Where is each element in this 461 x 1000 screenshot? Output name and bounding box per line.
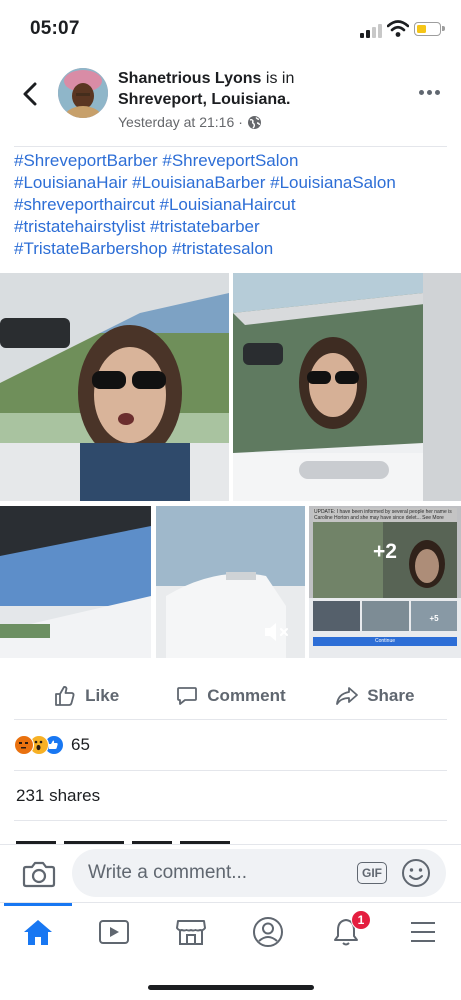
comment-icon	[177, 686, 198, 705]
reactions-summary[interactable]: 65	[14, 732, 90, 758]
tab-notifications[interactable]: 1	[328, 910, 371, 949]
hashtag-line[interactable]: #shreveporthaircut #LouisianaHaircut	[14, 194, 454, 216]
post-photo-2[interactable]	[233, 273, 461, 501]
place-link[interactable]: Shreveport, Louisiana.	[118, 91, 290, 108]
post-actions: Like Comment Share	[14, 672, 447, 720]
profile-icon	[253, 917, 283, 947]
cellular-signal-icon	[360, 24, 382, 38]
video-icon	[99, 920, 129, 944]
status-time: 05:07	[30, 18, 80, 39]
hamburger-menu-icon	[411, 922, 435, 942]
angry-reaction-icon	[14, 735, 34, 755]
home-icon	[24, 920, 52, 945]
post-photo-more[interactable]: UPDATE: I have been informed by several …	[309, 506, 461, 658]
hashtag-line[interactable]: #ShreveportBarber #ShreveportSalon	[14, 150, 454, 172]
tab-profile[interactable]	[250, 915, 286, 949]
marketplace-icon	[176, 920, 206, 945]
globe-icon	[247, 115, 261, 129]
tab-menu[interactable]	[405, 915, 441, 949]
hashtag-line[interactable]: #LouisianaHair #LouisianaBarber #Louisia…	[14, 172, 454, 194]
more-photos-count: +2	[309, 506, 461, 598]
author-name[interactable]: Shanetrious Lyons	[118, 70, 261, 87]
share-label: Share	[367, 685, 415, 705]
divider	[14, 146, 447, 147]
hashtag-line[interactable]: #TristateBarbershop #tristatesalon	[14, 238, 454, 260]
home-indicator	[148, 985, 314, 990]
comment-input[interactable]: Write a comment...	[72, 849, 446, 897]
share-icon	[336, 686, 359, 705]
divider	[14, 770, 447, 771]
inner-more-count: +5	[429, 614, 439, 623]
gif-button[interactable]: GIF	[357, 862, 387, 884]
post-author-line: Shanetrious Lyons is in Shreveport, Loui…	[118, 68, 408, 110]
meta-separator: ·	[238, 114, 243, 130]
thumbs-up-icon	[55, 685, 75, 706]
notifications-badge: 1	[351, 910, 371, 930]
post-hashtags: #ShreveportBarber #ShreveportSalon #Loui…	[14, 150, 454, 260]
share-button[interactable]: Share	[303, 672, 447, 719]
post-video[interactable]	[156, 506, 305, 658]
comment-label: Comment	[207, 685, 286, 705]
post-photo-1[interactable]	[0, 273, 229, 501]
bottom-tab-bar: 1	[0, 902, 461, 962]
back-button[interactable]	[12, 76, 48, 112]
is-in-text: is in	[265, 70, 295, 87]
tab-watch[interactable]	[96, 915, 132, 949]
post-meta: Yesterday at 21:16 ·	[118, 114, 262, 130]
post-header: Shanetrious Lyons is in Shreveport, Loui…	[0, 56, 461, 146]
reaction-count: 65	[71, 735, 90, 754]
like-label: Like	[85, 685, 120, 705]
comment-button[interactable]: Comment	[158, 672, 302, 719]
avatar[interactable]	[58, 68, 108, 118]
shares-count[interactable]: 231 shares	[16, 786, 100, 806]
comment-bar: Write a comment... GIF	[0, 844, 461, 902]
hashtag-line[interactable]: #tristatehairstylist #tristatebarber	[14, 216, 454, 238]
post-photo-3[interactable]	[0, 506, 151, 658]
wifi-icon	[387, 20, 409, 37]
mute-icon[interactable]	[263, 620, 293, 644]
like-button[interactable]: Like	[14, 672, 158, 719]
continue-button: Continue	[313, 637, 457, 646]
battery-icon	[414, 22, 445, 36]
clipped-comment-preview	[16, 832, 236, 844]
status-bar: 05:07	[0, 0, 461, 56]
divider	[14, 820, 447, 821]
tab-marketplace[interactable]	[173, 915, 209, 949]
emoji-icon[interactable]	[401, 858, 431, 888]
chevron-left-icon	[23, 82, 37, 106]
tab-home[interactable]	[20, 915, 56, 949]
post-timestamp[interactable]: Yesterday at 21:16	[118, 114, 234, 130]
more-options-button[interactable]	[415, 82, 443, 102]
active-tab-indicator	[4, 903, 72, 906]
camera-icon[interactable]	[22, 857, 56, 891]
